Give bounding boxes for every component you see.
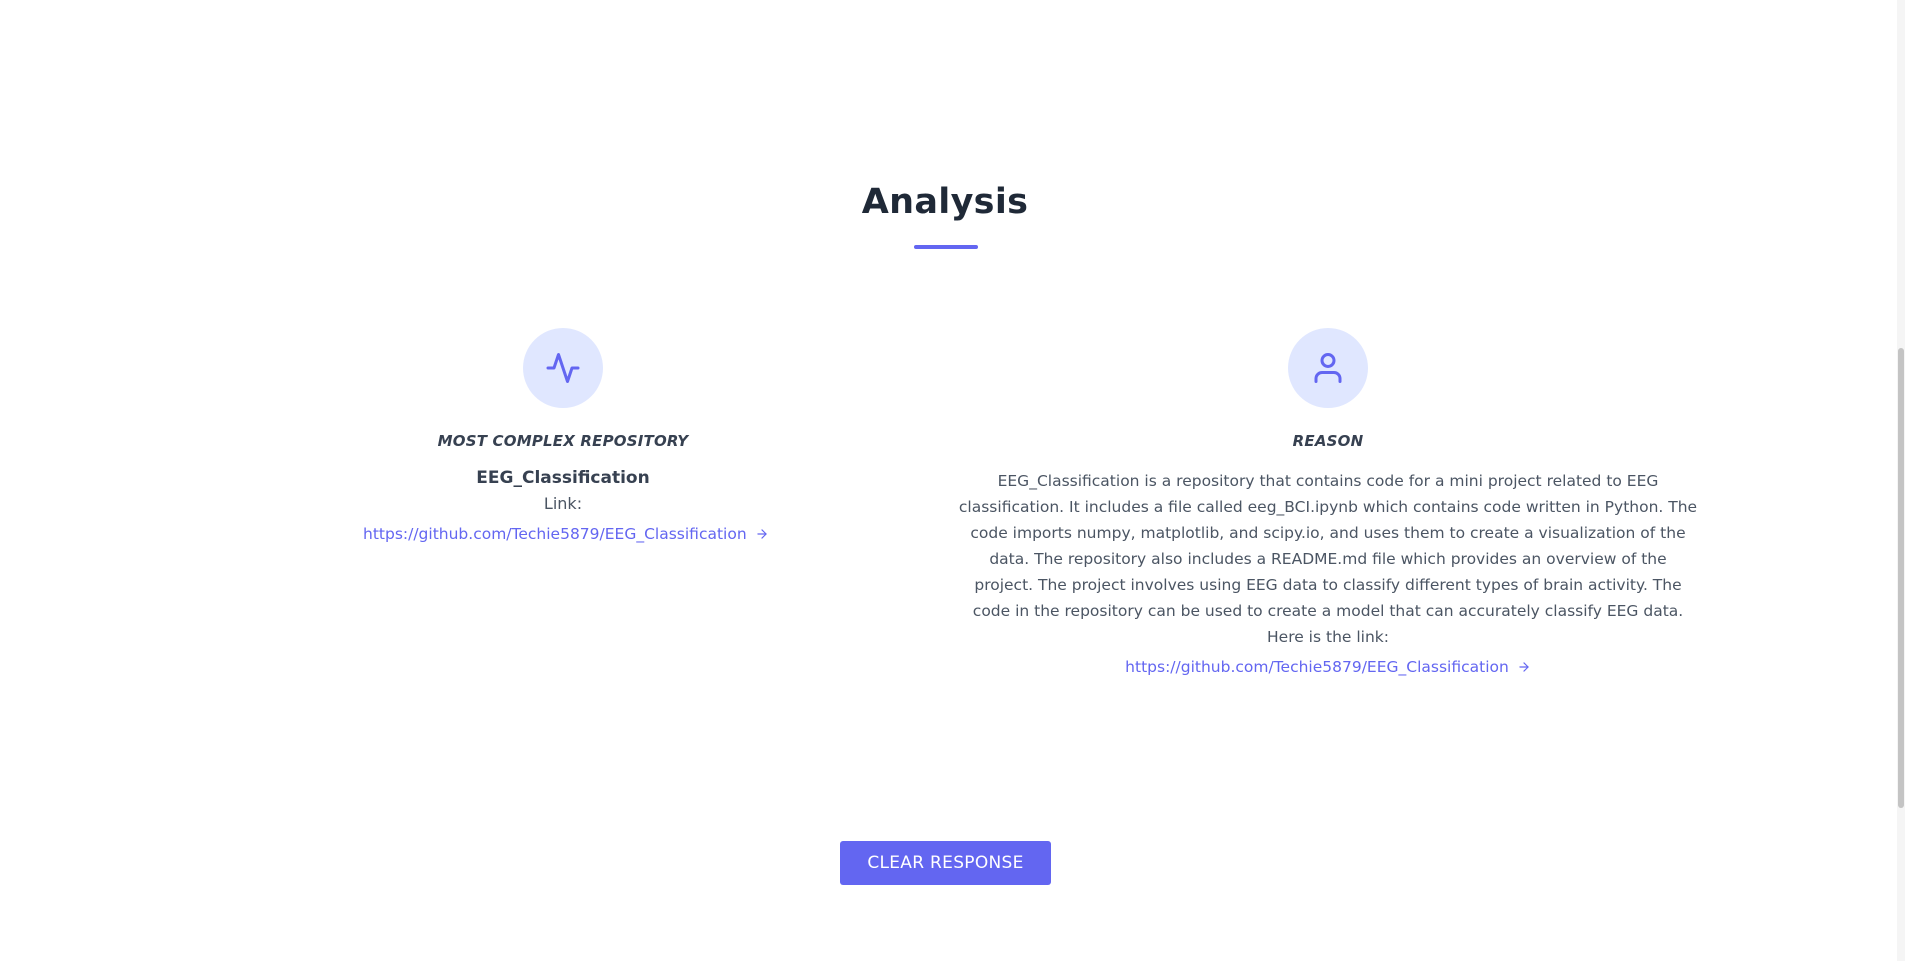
reason-repo-link-text: https://github.com/Techie5879/EEG_Classi… bbox=[1125, 658, 1509, 676]
scrollbar-thumb[interactable] bbox=[1898, 348, 1904, 808]
section-title: Analysis bbox=[861, 182, 1029, 222]
link-label: Link: bbox=[543, 494, 583, 513]
user-icon-circle bbox=[1288, 328, 1368, 408]
activity-icon bbox=[546, 353, 580, 383]
here-link-label: Here is the link: bbox=[1267, 628, 1389, 646]
repo-link[interactable]: https://github.com/Techie5879/EEG_Classi… bbox=[363, 525, 769, 543]
title-underline bbox=[914, 245, 978, 249]
reason-card: REASON EEG_Classification is a repositor… bbox=[958, 328, 1698, 676]
reason-label: REASON bbox=[1292, 432, 1364, 450]
most-complex-repo-card: MOST COMPLEX REPOSITORY EEG_Classificati… bbox=[363, 328, 767, 543]
reason-repo-link[interactable]: https://github.com/Techie5879/EEG_Classi… bbox=[1125, 658, 1531, 676]
repo-name: EEG_Classification bbox=[476, 468, 650, 488]
activity-icon-circle bbox=[523, 328, 603, 408]
analysis-page: Analysis MOST COMPLEX REPOSITORY EEG_Cla… bbox=[0, 0, 1905, 961]
arrow-right-icon bbox=[756, 529, 767, 539]
reason-text: EEG_Classification is a repository that … bbox=[958, 472, 1698, 620]
most-complex-label: MOST COMPLEX REPOSITORY bbox=[437, 432, 689, 450]
arrow-right-icon bbox=[1519, 662, 1529, 672]
repo-link-text: https://github.com/Techie5879/EEG_Classi… bbox=[363, 525, 747, 543]
clear-response-button[interactable]: CLEAR RESPONSE bbox=[840, 841, 1051, 885]
scrollbar-track[interactable] bbox=[1897, 0, 1905, 961]
user-icon bbox=[1314, 353, 1342, 383]
